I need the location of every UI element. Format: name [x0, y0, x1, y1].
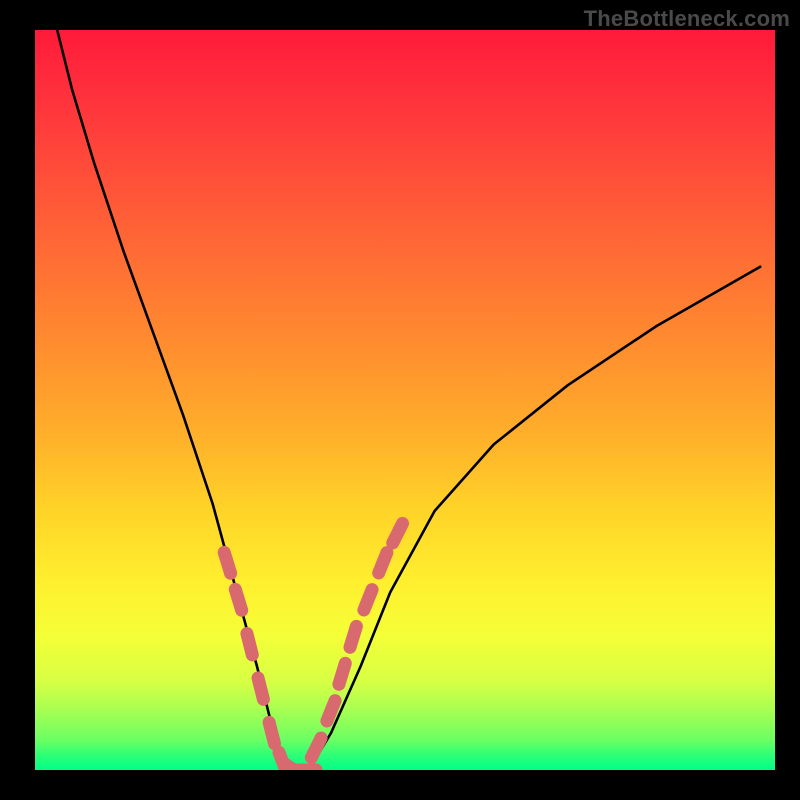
curve-marker — [247, 634, 252, 655]
curve-marker — [393, 523, 403, 543]
curve-marker — [339, 663, 345, 684]
curve-svg — [35, 30, 775, 770]
curve-marker — [327, 701, 335, 721]
curve-marker — [235, 589, 241, 610]
plot-area — [35, 30, 775, 770]
curve-marker — [379, 553, 387, 573]
chart-frame: TheBottleneck.com — [0, 0, 800, 800]
bottleneck-curve — [57, 30, 760, 770]
curve-marker — [258, 678, 263, 699]
curve-marker — [350, 626, 356, 647]
curve-marker — [364, 590, 372, 610]
curve-marker — [224, 552, 230, 573]
curve-marker — [269, 722, 274, 743]
curve-marker — [311, 738, 321, 758]
watermark-text: TheBottleneck.com — [584, 6, 790, 32]
